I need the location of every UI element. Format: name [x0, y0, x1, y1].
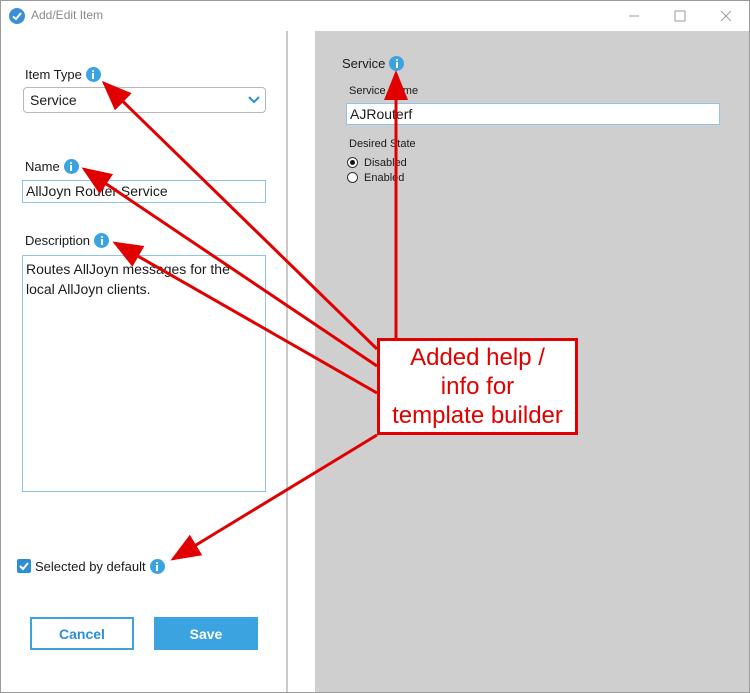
selected-by-default-checkbox[interactable]: [17, 559, 31, 573]
chevron-down-icon: [248, 96, 260, 104]
callout-line-3: template builder: [392, 402, 563, 429]
service-name-label: Service Name: [349, 85, 419, 97]
minimize-button[interactable]: [611, 1, 657, 31]
item-type-label: Item Type: [25, 67, 82, 82]
description-textarea[interactable]: Routes AllJoyn messages for the local Al…: [22, 255, 266, 492]
service-section-title: Service: [342, 56, 386, 71]
maximize-button[interactable]: [657, 1, 703, 31]
service-name-value: AJRouterf: [350, 106, 413, 122]
callout-line-1: Added help /: [410, 344, 545, 371]
description-label-row: Description: [25, 233, 110, 248]
title-bar: Add/Edit Item: [1, 1, 749, 31]
selected-by-default-label: Selected by default: [35, 559, 146, 574]
description-label: Description: [25, 233, 91, 248]
service-title-row: Service: [342, 56, 405, 71]
annotation-callout: Added help / info for template builder: [377, 338, 578, 435]
item-type-info-icon[interactable]: [85, 67, 101, 82]
name-value: AllJoyn Router Service: [26, 183, 168, 199]
service-info-icon[interactable]: [389, 56, 405, 71]
desired-state-label: Desired State: [349, 138, 416, 150]
app-check-icon: [9, 8, 25, 24]
radio-disabled-label: Disabled: [364, 157, 407, 169]
name-label-row: Name: [25, 159, 79, 174]
window-title: Add/Edit Item: [31, 8, 104, 22]
selected-default-info-icon[interactable]: [149, 559, 165, 574]
selected-by-default-row: Selected by default: [35, 559, 165, 574]
name-input[interactable]: AllJoyn Router Service: [22, 180, 266, 203]
item-type-value: Service: [30, 92, 77, 108]
item-type-select[interactable]: Service: [23, 87, 266, 113]
radio-enabled-label: Enabled: [364, 172, 405, 184]
radio-disabled[interactable]: [347, 157, 358, 168]
name-label: Name: [25, 159, 60, 174]
add-edit-item-window: Add/Edit Item Item Type Service Name All…: [0, 0, 750, 693]
service-name-input[interactable]: AJRouterf: [346, 103, 720, 125]
callout-line-2: info for: [440, 373, 515, 400]
radio-enabled[interactable]: [347, 172, 358, 183]
cancel-button[interactable]: Cancel: [30, 617, 134, 650]
close-button[interactable]: [703, 1, 749, 31]
item-type-label-row: Item Type: [25, 67, 101, 82]
pane-divider[interactable]: [286, 31, 315, 692]
save-button[interactable]: Save: [154, 617, 258, 650]
name-info-icon[interactable]: [63, 159, 79, 174]
description-info-icon[interactable]: [94, 233, 110, 248]
